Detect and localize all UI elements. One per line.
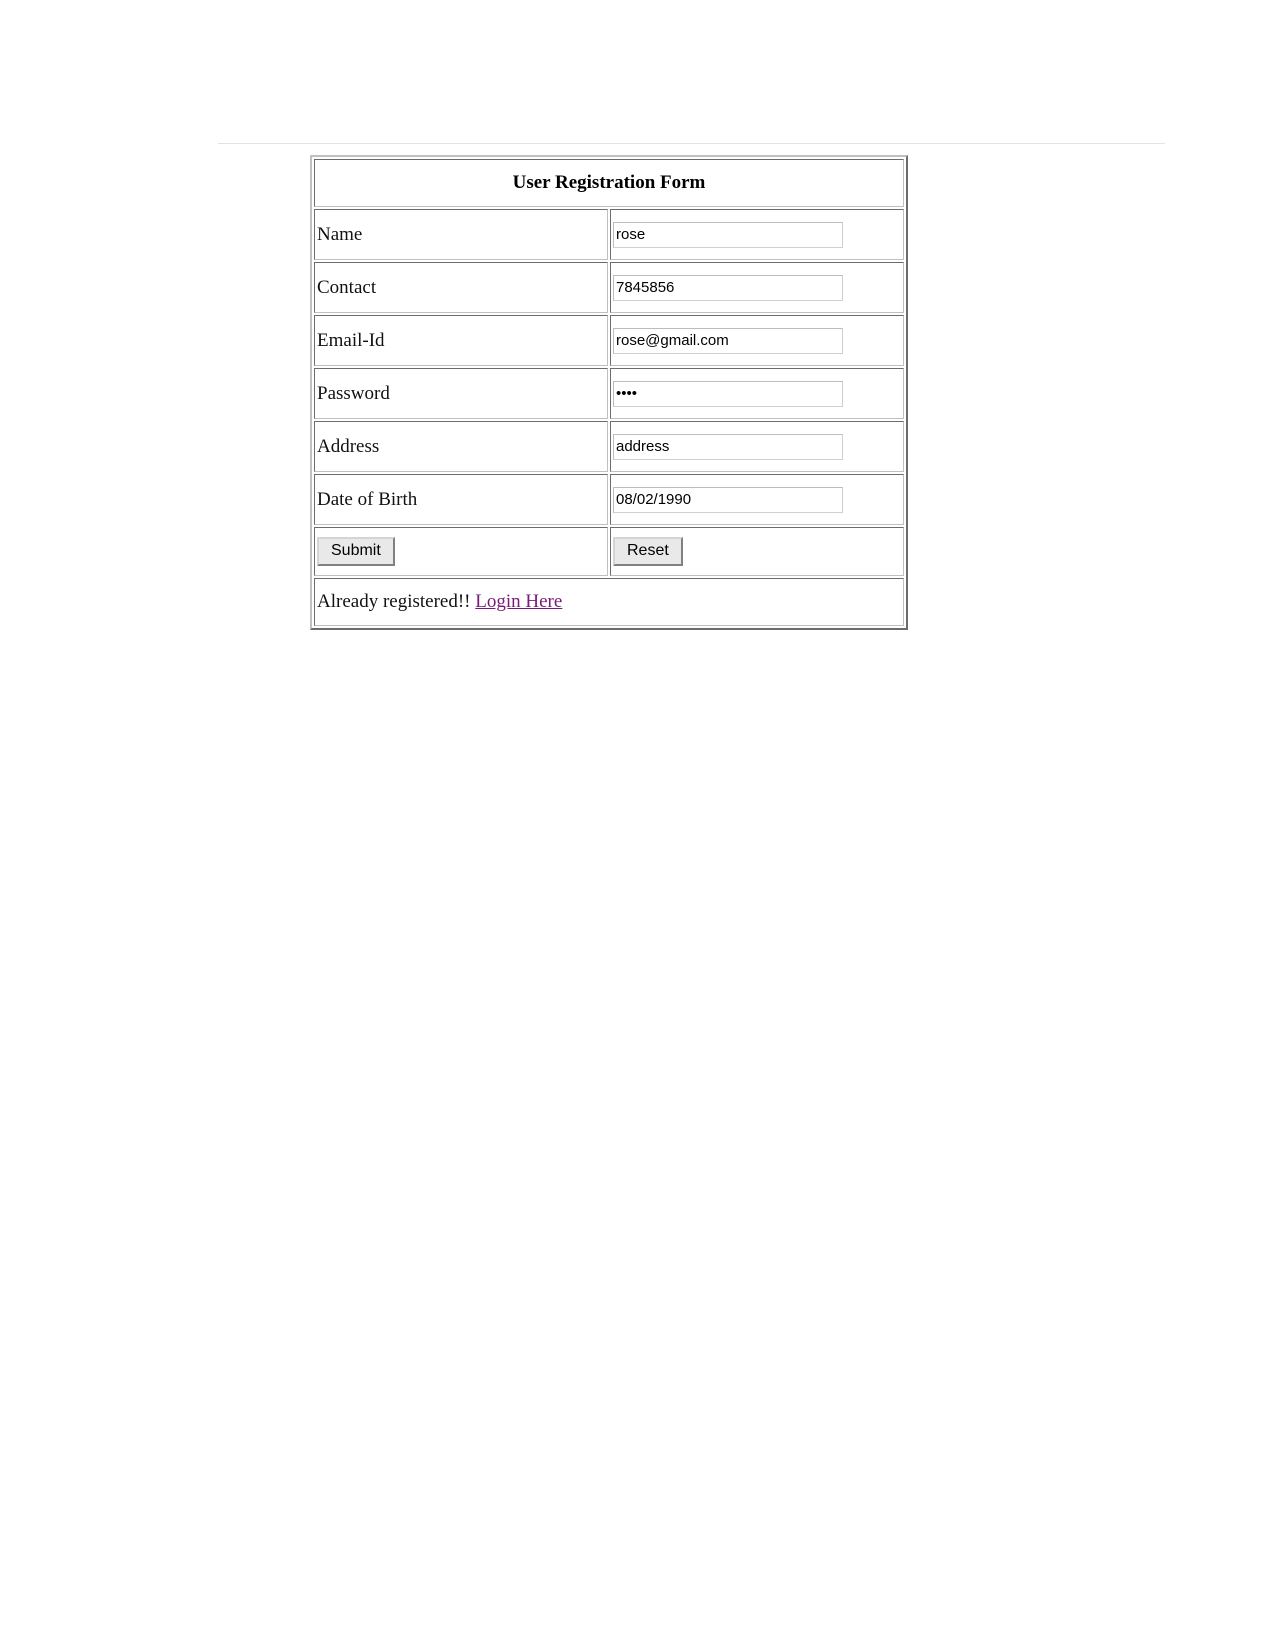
address-input[interactable] xyxy=(613,433,843,460)
email-input[interactable] xyxy=(613,327,843,354)
footer-cell: Already registered!! Login Here xyxy=(314,578,904,626)
table-row-title: User Registration Form xyxy=(314,159,904,207)
label-name: Name xyxy=(314,209,608,260)
table-row-contact: Contact xyxy=(314,262,904,313)
page-separator-rule xyxy=(218,143,1165,144)
table-row-footer: Already registered!! Login Here xyxy=(314,578,904,626)
reset-button[interactable]: Reset xyxy=(613,537,683,566)
table-row-dob: Date of Birth xyxy=(314,474,904,525)
field-cell-email xyxy=(610,315,904,366)
table-row-password: Password xyxy=(314,368,904,419)
field-cell-contact xyxy=(610,262,904,313)
field-cell-address xyxy=(610,421,904,472)
label-email: Email-Id xyxy=(314,315,608,366)
already-registered-text: Already registered!! xyxy=(317,591,471,612)
registration-table: User Registration Form Name Contact Emai… xyxy=(310,155,908,630)
name-input[interactable] xyxy=(613,221,843,248)
date-of-birth-input[interactable] xyxy=(613,486,843,513)
submit-button[interactable]: Submit xyxy=(317,537,395,566)
label-address: Address xyxy=(314,421,608,472)
field-cell-dob xyxy=(610,474,904,525)
label-contact: Contact xyxy=(314,262,608,313)
field-cell-name xyxy=(610,209,904,260)
password-input[interactable] xyxy=(613,380,843,407)
table-row-name: Name xyxy=(314,209,904,260)
label-password: Password xyxy=(314,368,608,419)
registration-form-container: User Registration Form Name Contact Emai… xyxy=(310,155,908,630)
page-title: User Registration Form xyxy=(314,159,904,207)
user-registration-form: User Registration Form Name Contact Emai… xyxy=(310,155,908,630)
login-here-link[interactable]: Login Here xyxy=(475,591,562,612)
table-row-address: Address xyxy=(314,421,904,472)
label-date-of-birth: Date of Birth xyxy=(314,474,608,525)
contact-input[interactable] xyxy=(613,274,843,301)
submit-cell: Submit xyxy=(314,527,608,576)
table-row-email: Email-Id xyxy=(314,315,904,366)
field-cell-password xyxy=(610,368,904,419)
table-row-buttons: Submit Reset xyxy=(314,527,904,576)
reset-cell: Reset xyxy=(610,527,904,576)
